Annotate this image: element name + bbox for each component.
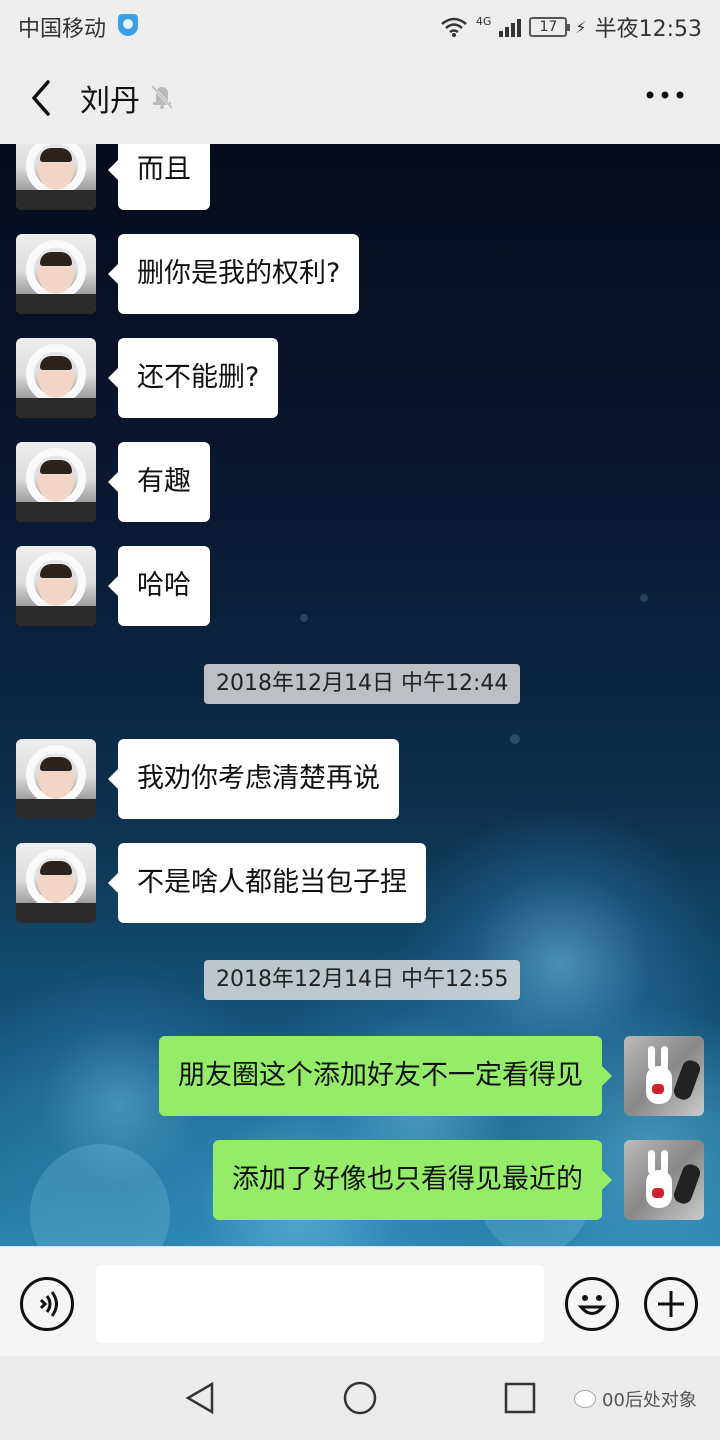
voice-icon[interactable] xyxy=(20,1277,74,1331)
message-bubble-outgoing[interactable]: 添加了好像也只看得见最近的 xyxy=(213,1140,612,1220)
contact-avatar[interactable] xyxy=(16,442,96,522)
nav-back-icon[interactable] xyxy=(182,1380,218,1416)
watermark: 00后处对象 xyxy=(574,1386,697,1412)
network-type: 4G xyxy=(475,14,492,28)
bokeh-light xyxy=(640,594,648,602)
wechat-icon xyxy=(574,1390,596,1408)
plus-icon[interactable] xyxy=(644,1277,698,1331)
wifi-icon xyxy=(440,16,468,38)
bokeh-light xyxy=(300,614,308,622)
contact-avatar[interactable] xyxy=(16,338,96,418)
emoji-icon[interactable] xyxy=(565,1277,619,1331)
battery-icon: 17 xyxy=(529,17,571,37)
chat-header: 刘丹 xyxy=(0,50,720,144)
nav-recent-icon[interactable] xyxy=(502,1380,538,1416)
bell-off-icon xyxy=(148,82,176,110)
message-timestamp: 2018年12月14日 中午12:55 xyxy=(204,960,521,1000)
my-avatar[interactable] xyxy=(624,1140,704,1220)
bokeh-light xyxy=(30,1144,170,1246)
contact-avatar[interactable] xyxy=(16,234,96,314)
contact-avatar[interactable] xyxy=(16,144,96,210)
message-bubble-incoming[interactable]: 我劝你考虑清楚再说 xyxy=(108,739,399,819)
message-bubble-incoming[interactable]: 哈哈 xyxy=(108,546,210,626)
message-bubble-incoming[interactable]: 有趣 xyxy=(108,442,210,522)
message-timestamp: 2018年12月14日 中午12:44 xyxy=(204,664,521,704)
bokeh-light xyxy=(510,734,520,744)
charging-icon: ⚡ xyxy=(575,17,587,37)
nav-home-icon[interactable] xyxy=(342,1380,378,1416)
contact-avatar[interactable] xyxy=(16,546,96,626)
status-right: 4G 17 ⚡ 半夜12:53 xyxy=(440,11,702,43)
status-time: 半夜12:53 xyxy=(594,17,702,42)
status-bar: 中国移动 4G 17 ⚡ 半夜12:53 xyxy=(0,0,720,50)
message-bubble-incoming[interactable]: 删你是我的权利? xyxy=(107,234,360,314)
chat-area[interactable]: 而且 删你是我的权利? 还不能删? 有趣 哈哈 2018年12月14日 中午12… xyxy=(0,144,720,1246)
chat-title: 刘丹 xyxy=(80,84,140,119)
input-bar xyxy=(0,1246,720,1356)
message-bubble-incoming[interactable]: 不是啥人都能当包子捏 xyxy=(108,843,426,923)
shield-icon xyxy=(118,14,138,36)
carrier-label: 中国移动 xyxy=(18,17,107,42)
message-input[interactable] xyxy=(96,1265,544,1343)
contact-avatar[interactable] xyxy=(16,843,96,923)
system-nav-bar: 00后处对象 xyxy=(0,1356,720,1440)
my-avatar[interactable] xyxy=(624,1036,704,1116)
message-bubble-outgoing[interactable]: 朋友圈这个添加好友不一定看得见 xyxy=(159,1036,612,1116)
message-bubble-incoming[interactable]: 还不能删? xyxy=(107,338,279,418)
chevron-left-icon[interactable] xyxy=(24,78,64,118)
watermark-text: 00后处对象 xyxy=(602,1390,697,1411)
message-bubble-incoming[interactable]: 而且 xyxy=(108,144,210,210)
contact-avatar[interactable] xyxy=(16,739,96,819)
more-options-icon[interactable] xyxy=(640,80,690,110)
signal-icon xyxy=(499,17,522,37)
